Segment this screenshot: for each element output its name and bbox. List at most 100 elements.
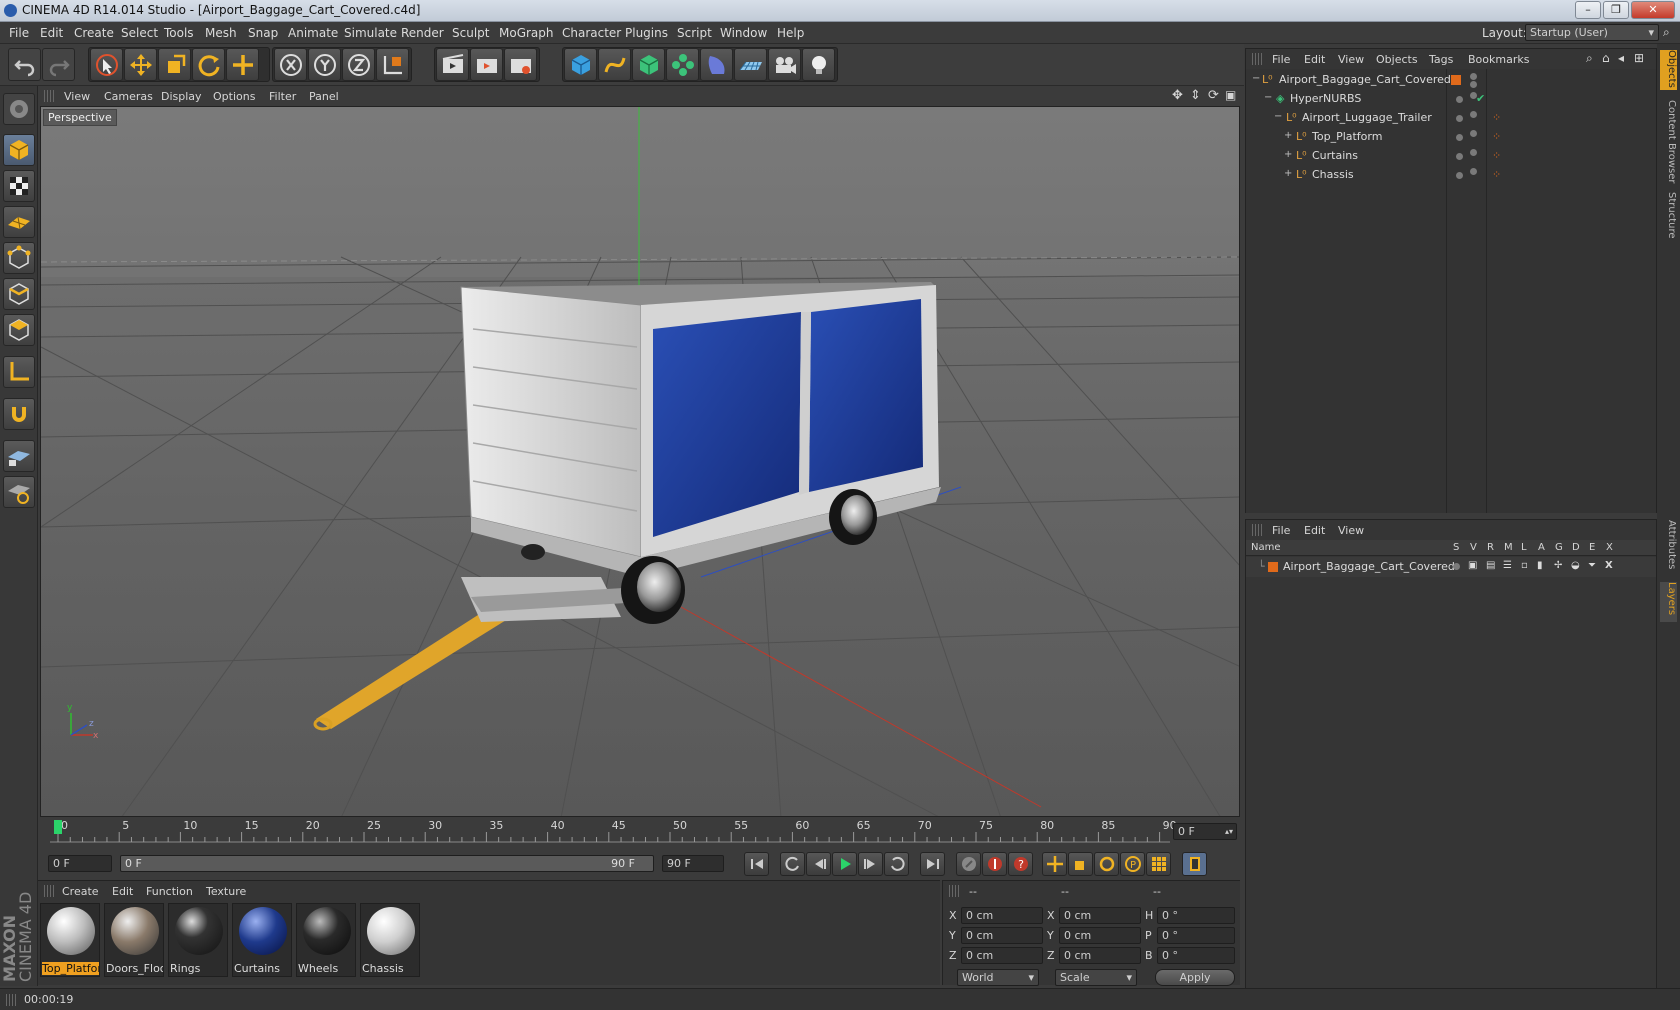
tab-structure[interactable]: Structure xyxy=(1660,192,1677,244)
camera-button[interactable] xyxy=(768,48,801,81)
light-button[interactable] xyxy=(802,48,835,81)
polygons-mode-button[interactable] xyxy=(3,314,35,346)
visibility-dot[interactable] xyxy=(1470,73,1477,80)
material-swatch[interactable]: Doors_Floo xyxy=(104,903,164,977)
menu-plugins[interactable]: Plugins xyxy=(625,26,668,40)
material-tag-icon[interactable]: ⁘ xyxy=(1492,149,1501,162)
expand-icon[interactable]: + xyxy=(1284,168,1292,179)
render-picture-viewer-button[interactable] xyxy=(470,48,503,81)
object-row[interactable]: − ◈ HyperNURBS ✔ xyxy=(1246,89,1656,109)
move-tool-button[interactable] xyxy=(124,48,157,81)
maximize-button[interactable]: ❐ xyxy=(1603,1,1629,19)
play-button[interactable] xyxy=(832,852,857,876)
timeline-ruler[interactable]: 0 5 10 15 20 25 30 35 40 45 50 55 60 65 70 75 80 85 90 0 F… xyxy=(38,818,1240,848)
layer-col-render[interactable]: R xyxy=(1487,542,1494,553)
record-active-objects-button[interactable] xyxy=(956,852,981,876)
menu-sculpt[interactable]: Sculpt xyxy=(452,26,489,40)
material-menu-create[interactable]: Create xyxy=(62,885,99,898)
scale-tool-button[interactable] xyxy=(158,48,191,81)
nurbs-button[interactable] xyxy=(632,48,665,81)
position-x-field[interactable]: 0 cm xyxy=(961,907,1043,924)
solo-toggle[interactable] xyxy=(1453,563,1460,570)
material-tag-icon[interactable]: ⁘ xyxy=(1492,111,1501,124)
key-rotation-button[interactable] xyxy=(1094,852,1119,876)
om-menu-edit[interactable]: Edit xyxy=(1304,53,1325,66)
layer-col-view[interactable]: V xyxy=(1470,542,1477,553)
size-y-field[interactable]: 0 cm xyxy=(1059,927,1141,944)
x-axis-lock-button[interactable] xyxy=(274,48,307,81)
viewport-menu-panel[interactable]: Panel xyxy=(309,90,339,103)
menu-simulate[interactable]: Simulate xyxy=(344,26,397,40)
lm-menu-edit[interactable]: Edit xyxy=(1304,524,1325,537)
material-swatch[interactable]: Wheels xyxy=(296,903,356,977)
viewport-menu-options[interactable]: Options xyxy=(213,90,255,103)
z-axis-lock-button[interactable] xyxy=(342,48,375,81)
layer-col-deformers[interactable]: D xyxy=(1572,542,1580,553)
texture-mode-button[interactable] xyxy=(3,170,35,202)
collapse-icon[interactable]: − xyxy=(1274,111,1282,122)
object-row[interactable]: − L⁰ Airport_Baggage_Cart_Covered xyxy=(1246,70,1656,90)
back-icon[interactable]: ◂ xyxy=(1618,51,1624,65)
go-to-start-button[interactable] xyxy=(744,852,769,876)
undo-button[interactable] xyxy=(8,48,41,81)
generators-toggle-icon[interactable]: ✢ xyxy=(1554,560,1562,571)
workplane-lock-button[interactable] xyxy=(3,440,35,472)
tab-attributes[interactable]: Attributes xyxy=(1660,520,1677,576)
pan-view-icon[interactable]: ✥ xyxy=(1172,88,1183,103)
layer-col-expressions[interactable]: E xyxy=(1589,542,1595,553)
collapse-icon[interactable]: − xyxy=(1252,73,1260,84)
om-menu-bookmarks[interactable]: Bookmarks xyxy=(1468,53,1529,66)
start-frame-field[interactable]: 0 F xyxy=(48,855,112,872)
object-row[interactable]: + L⁰ Top_Platform ⁘ xyxy=(1246,127,1656,147)
current-frame-field[interactable]: 0 F ▴▾ xyxy=(1173,823,1237,840)
model-mode-button[interactable] xyxy=(3,134,35,166)
layer-col-manager[interactable]: M xyxy=(1504,542,1513,553)
viewport-menu-cameras[interactable]: Cameras xyxy=(104,90,153,103)
animation-toggle-icon[interactable]: ▮ xyxy=(1537,560,1543,571)
menu-mograph[interactable]: MoGraph xyxy=(499,26,554,40)
manager-toggle-icon[interactable]: ☰ xyxy=(1503,560,1512,571)
menu-character[interactable]: Character xyxy=(562,26,621,40)
layer-col-xref[interactable]: X xyxy=(1606,542,1613,553)
menu-create[interactable]: Create xyxy=(74,26,114,40)
3d-viewport[interactable]: Perspective y z x xyxy=(40,106,1240,817)
layer-color-swatch[interactable] xyxy=(1268,562,1278,572)
editor-dot[interactable] xyxy=(1470,168,1477,175)
points-mode-button[interactable] xyxy=(3,242,35,274)
deformers-toggle-icon[interactable]: ◒ xyxy=(1571,560,1580,571)
y-axis-lock-button[interactable] xyxy=(308,48,341,81)
key-position-button[interactable] xyxy=(1042,852,1067,876)
editor-dot[interactable] xyxy=(1470,130,1477,137)
edges-mode-button[interactable] xyxy=(3,278,35,310)
search-icon[interactable]: ⌕ xyxy=(1586,51,1593,66)
toggle-panel-icon[interactable]: ▣ xyxy=(1225,88,1236,102)
enabled-check-icon[interactable]: ✔ xyxy=(1476,92,1485,105)
material-menu-edit[interactable]: Edit xyxy=(112,885,133,898)
material-tag-icon[interactable]: ⁘ xyxy=(1492,168,1501,181)
xref-toggle-icon[interactable]: X xyxy=(1605,560,1613,571)
scale-mode-dropdown[interactable]: Scale ▾ xyxy=(1055,969,1137,986)
render-view-button[interactable] xyxy=(436,48,469,81)
visibility-dot[interactable] xyxy=(1456,134,1463,141)
menu-render[interactable]: Render xyxy=(401,26,444,40)
menu-window[interactable]: Window xyxy=(720,26,767,40)
material-menu-texture[interactable]: Texture xyxy=(206,885,246,898)
menu-animate[interactable]: Animate xyxy=(288,26,338,40)
key-scale-button[interactable] xyxy=(1068,852,1093,876)
tab-layers[interactable]: Layers xyxy=(1660,582,1677,622)
viewport-menu-display[interactable]: Display xyxy=(161,90,202,103)
lock-toggle-icon[interactable]: ▫ xyxy=(1521,560,1528,571)
render-dot[interactable] xyxy=(1470,81,1477,88)
render-toggle-icon[interactable]: ▤ xyxy=(1486,560,1495,571)
viewport-menu-view[interactable]: View xyxy=(64,90,90,103)
om-menu-tags[interactable]: Tags xyxy=(1429,53,1453,66)
expand-icon[interactable]: + xyxy=(1284,149,1292,160)
layer-row[interactable]: └ Airport_Baggage_Cart_Covered ▣ ▤ ☰ ▫ ▮… xyxy=(1246,557,1656,577)
layer-col-solo[interactable]: S xyxy=(1453,542,1459,553)
menu-edit[interactable]: Edit xyxy=(40,26,63,40)
editor-dot[interactable] xyxy=(1470,149,1477,156)
redo-button[interactable] xyxy=(42,48,75,81)
material-swatch[interactable]: Rings xyxy=(168,903,228,977)
expand-icon[interactable]: + xyxy=(1284,130,1292,141)
render-settings-button[interactable] xyxy=(504,48,537,81)
